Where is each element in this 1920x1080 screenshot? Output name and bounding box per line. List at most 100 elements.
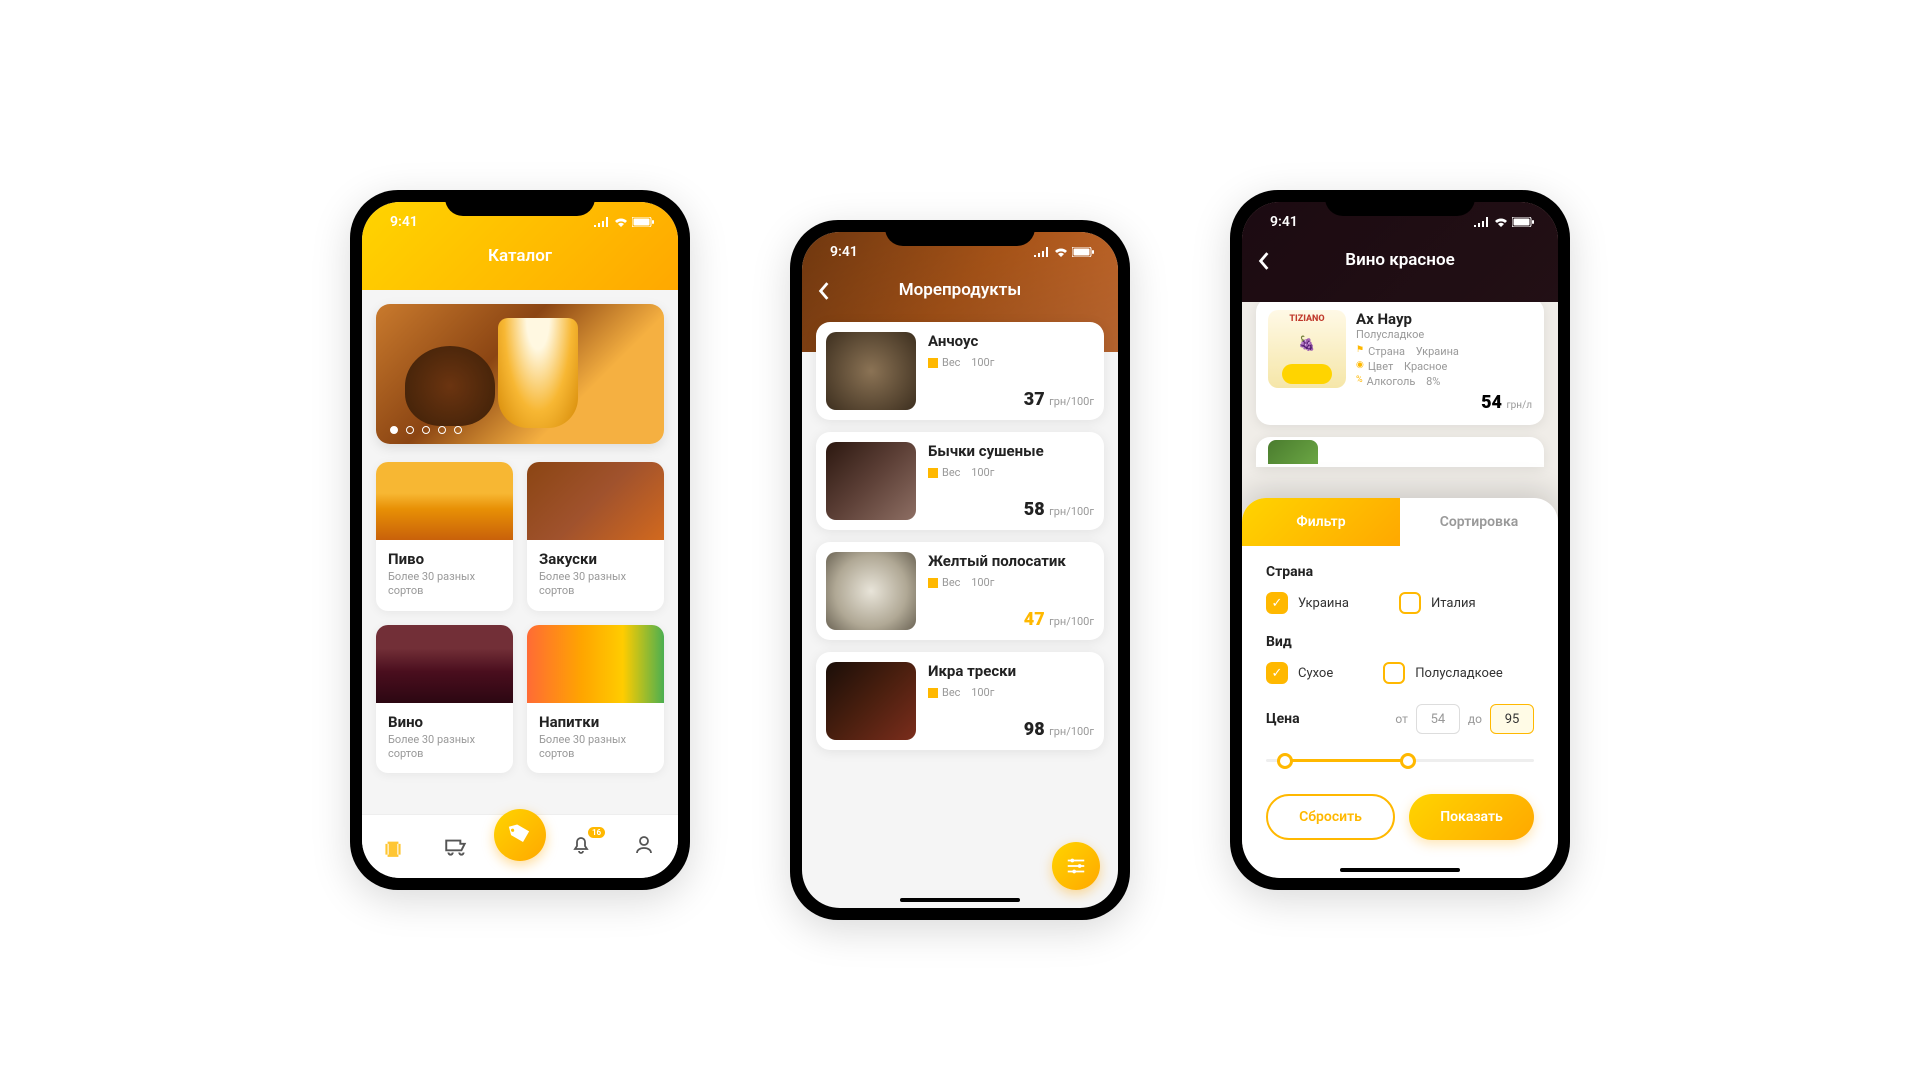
product-image bbox=[826, 442, 916, 520]
status-icons bbox=[1034, 247, 1094, 257]
product-card[interactable]: Желтый полосатик Вес 100г 47 грн/100г bbox=[816, 542, 1104, 640]
card-body: Напитки Более 30 разных сортов bbox=[527, 703, 664, 774]
product-price: 47 грн/100г bbox=[928, 609, 1094, 630]
checkbox-icon: ✓ bbox=[1266, 662, 1288, 684]
nav-notifications[interactable]: 16 bbox=[569, 833, 597, 861]
dot[interactable] bbox=[454, 426, 462, 434]
product-image bbox=[826, 662, 916, 740]
price-to-input[interactable] bbox=[1490, 704, 1534, 734]
product-meta: Вес 100г bbox=[928, 576, 1094, 589]
battery-icon bbox=[1072, 247, 1094, 257]
wine-tag bbox=[1282, 364, 1332, 384]
wine-card-partial[interactable] bbox=[1256, 437, 1544, 467]
wifi-icon bbox=[1054, 247, 1068, 257]
price-row: Цена от до bbox=[1266, 704, 1534, 734]
category-title: Напитки bbox=[539, 713, 652, 731]
bottom-nav: 16 bbox=[362, 814, 678, 878]
page-title: Вино красное bbox=[1242, 250, 1558, 270]
product-info: Анчоус Вес 100г 37 грн/100г bbox=[928, 332, 1094, 410]
category-subtitle: Более 30 разных сортов bbox=[539, 733, 652, 762]
category-snacks[interactable]: Закуски Более 30 разных сортов bbox=[527, 462, 664, 611]
checkbox-semisweet[interactable]: Полусладкоее bbox=[1383, 662, 1503, 684]
home-indicator[interactable] bbox=[1340, 868, 1460, 872]
carousel-dots[interactable] bbox=[390, 426, 462, 434]
dot[interactable] bbox=[406, 426, 414, 434]
nav-profile[interactable] bbox=[632, 833, 660, 861]
slider-thumb-min[interactable] bbox=[1277, 753, 1293, 769]
nav-deals[interactable] bbox=[494, 809, 546, 861]
nav-home[interactable] bbox=[380, 833, 408, 861]
percent-icon: % bbox=[1356, 375, 1363, 388]
wine-brand: TIZIANO bbox=[1289, 314, 1324, 324]
tab-sort[interactable]: Сортировка bbox=[1400, 498, 1558, 546]
category-subtitle: Более 30 разных сортов bbox=[388, 570, 501, 599]
signal-icon bbox=[1474, 217, 1490, 227]
nav-delivery[interactable] bbox=[443, 833, 471, 861]
phone-filter: 9:41 Вино красное TIZIANO 🍇 Ах Наур Полу bbox=[1230, 190, 1570, 890]
slider-thumb-max[interactable] bbox=[1400, 753, 1416, 769]
tab-filter[interactable]: Фильтр bbox=[1242, 498, 1400, 546]
category-beer[interactable]: Пиво Более 30 разных сортов bbox=[376, 462, 513, 611]
apply-button[interactable]: Показать bbox=[1409, 794, 1534, 840]
checkbox-dry[interactable]: ✓Сухое bbox=[1266, 662, 1333, 684]
country-options: ✓Украина Италия bbox=[1266, 592, 1534, 614]
category-wine[interactable]: Вино Более 30 разных сортов bbox=[376, 625, 513, 774]
category-image bbox=[376, 462, 513, 540]
phone-catalog: 9:41 Каталог bbox=[350, 190, 690, 890]
category-drinks[interactable]: Напитки Более 30 разных сортов bbox=[527, 625, 664, 774]
status-time: 9:41 bbox=[1270, 214, 1298, 230]
product-card[interactable]: Анчоус Вес 100г 37 грн/100г bbox=[816, 322, 1104, 420]
status-icons bbox=[1474, 217, 1534, 227]
weight-icon bbox=[928, 358, 938, 368]
product-card[interactable]: Бычки сушеные Вес 100г 58 грн/100г bbox=[816, 432, 1104, 530]
home-indicator[interactable] bbox=[900, 898, 1020, 902]
hero-banner[interactable] bbox=[376, 304, 664, 444]
content[interactable]: Пиво Более 30 разных сортов Закуски Боле… bbox=[362, 290, 678, 846]
wine-price: 54 грн/л bbox=[1356, 392, 1532, 413]
product-name: Анчоус bbox=[928, 332, 1094, 350]
filter-country-label: Страна bbox=[1266, 564, 1534, 580]
screen: 9:41 Каталог bbox=[362, 202, 678, 878]
checkbox-icon bbox=[1399, 592, 1421, 614]
checkbox-ukraine[interactable]: ✓Украина bbox=[1266, 592, 1349, 614]
product-list[interactable]: Анчоус Вес 100г 37 грн/100г Бычки сушены… bbox=[802, 322, 1118, 832]
wine-info: Ах Наур Полусладкое ⚑Страна Украина ◉Цве… bbox=[1356, 310, 1532, 413]
product-card[interactable]: Икра трески Вес 100г 98 грн/100г bbox=[816, 652, 1104, 750]
wine-card[interactable]: TIZIANO 🍇 Ах Наур Полусладкое ⚑Страна Ук… bbox=[1256, 298, 1544, 425]
category-image bbox=[527, 625, 664, 703]
card-body: Пиво Более 30 разных сортов bbox=[376, 540, 513, 611]
notch bbox=[885, 220, 1035, 246]
sheet-tabs: Фильтр Сортировка bbox=[1242, 498, 1558, 546]
product-name: Желтый полосатик bbox=[928, 552, 1094, 570]
filter-price-label: Цена bbox=[1266, 711, 1387, 727]
battery-icon bbox=[632, 217, 654, 227]
status-icons bbox=[594, 217, 654, 227]
wine-attr: %Алкоголь 8% bbox=[1356, 375, 1532, 388]
price-from-input[interactable] bbox=[1416, 704, 1460, 734]
card-body: Вино Более 30 разных сортов bbox=[376, 703, 513, 774]
dot[interactable] bbox=[438, 426, 446, 434]
notification-badge: 16 bbox=[588, 827, 605, 838]
filter-type-label: Вид bbox=[1266, 634, 1534, 650]
product-info: Бычки сушеные Вес 100г 58 грн/100г bbox=[928, 442, 1094, 520]
phone-products: 9:41 Морепродукты Анчоус Вес 100г 37 грн… bbox=[790, 220, 1130, 920]
filter-fab[interactable] bbox=[1052, 842, 1100, 890]
checkbox-icon: ✓ bbox=[1266, 592, 1288, 614]
category-title: Закуски bbox=[539, 550, 652, 568]
price-slider[interactable] bbox=[1266, 750, 1534, 770]
screen: 9:41 Вино красное TIZIANO 🍇 Ах Наур Полу bbox=[1242, 202, 1558, 878]
dot[interactable] bbox=[390, 426, 398, 434]
wine-subtitle: Полусладкое bbox=[1356, 328, 1532, 341]
wine-attr: ◉Цвет Красное bbox=[1356, 360, 1532, 373]
notch bbox=[1325, 190, 1475, 216]
category-title: Вино bbox=[388, 713, 501, 731]
card-body: Закуски Более 30 разных сортов bbox=[527, 540, 664, 611]
nav-fab-wrapper bbox=[506, 833, 534, 861]
reset-button[interactable]: Сбросить bbox=[1266, 794, 1395, 840]
category-image bbox=[527, 462, 664, 540]
tag-icon bbox=[507, 822, 533, 848]
button-row: Сбросить Показать bbox=[1266, 794, 1534, 840]
category-title: Пиво bbox=[388, 550, 501, 568]
dot[interactable] bbox=[422, 426, 430, 434]
checkbox-italy[interactable]: Италия bbox=[1399, 592, 1476, 614]
